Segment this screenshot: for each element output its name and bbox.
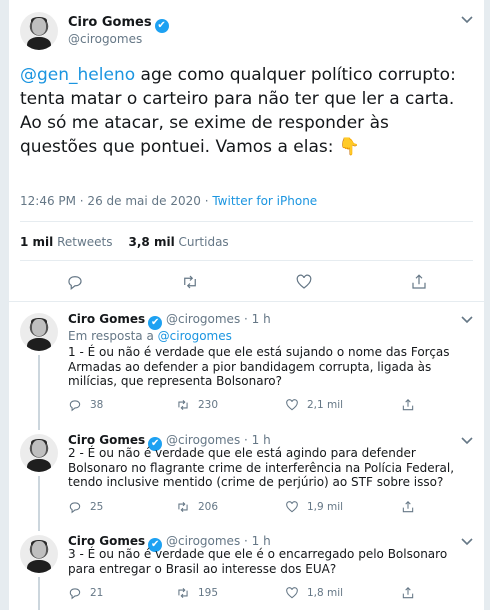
reply-actions: 25 206 1,9 mil xyxy=(68,500,428,516)
heart-icon xyxy=(286,587,298,599)
author-handle[interactable]: @cirogomes · 1 h xyxy=(166,433,271,447)
retweets-stat[interactable]: 1 mil Retweets xyxy=(20,235,113,249)
divider xyxy=(20,221,473,222)
reply-icon xyxy=(69,502,81,514)
tweet-text: @gen_heleno age como qualquer político c… xyxy=(20,65,456,157)
like-button[interactable]: 1,9 mil xyxy=(285,500,343,514)
verified-icon: ✔ xyxy=(148,316,163,330)
avatar[interactable] xyxy=(20,434,58,472)
retweet-button[interactable]: 195 xyxy=(176,586,218,600)
retweet-icon[interactable] xyxy=(181,273,199,291)
author-handle[interactable]: @cirogomes xyxy=(68,32,142,46)
retweet-icon xyxy=(178,501,188,513)
tweet-actions xyxy=(9,273,484,293)
source-link[interactable]: Twitter for iPhone xyxy=(212,194,317,208)
retweet-icon xyxy=(178,399,188,411)
reply-text: 2 - É ou não é verdade que ele está agin… xyxy=(68,446,455,489)
reply-icon[interactable] xyxy=(66,273,84,291)
main-tweet: Ciro Gomes ✔ @cirogomes @gen_heleno age c… xyxy=(9,0,484,302)
thread-line xyxy=(38,525,40,531)
reply-tweet[interactable]: Ciro Gomes ✔ @cirogomes · 1 h 2 - É ou nã… xyxy=(9,424,484,525)
reply-text: 3 - É ou não é verdade que ele é o encar… xyxy=(68,547,448,576)
retweet-button[interactable]: 206 xyxy=(176,500,218,514)
reply-button[interactable]: 21 xyxy=(68,586,103,600)
avatar[interactable] xyxy=(20,12,58,50)
mention-link[interactable]: @gen_heleno xyxy=(20,65,135,85)
reply-icon xyxy=(69,588,81,600)
heart-icon xyxy=(286,399,298,411)
heart-icon[interactable] xyxy=(295,273,313,291)
thread-line xyxy=(38,355,40,424)
thread-line xyxy=(38,424,40,430)
author-handle[interactable]: @cirogomes · 1 h xyxy=(166,534,271,548)
share-icon xyxy=(402,587,414,599)
reply-header: Ciro Gomes ✔ @cirogomes · 1 h xyxy=(68,312,271,330)
share-button[interactable] xyxy=(401,398,415,412)
avatar[interactable] xyxy=(20,313,58,351)
author-handle[interactable]: @cirogomes · 1 h xyxy=(166,312,271,326)
verified-icon: ✔ xyxy=(154,19,169,33)
thread-line xyxy=(38,476,40,525)
in-reply-to: Em resposta a @cirogomes xyxy=(68,329,232,343)
avatar[interactable] xyxy=(20,535,58,573)
share-icon xyxy=(402,399,414,411)
share-icon[interactable] xyxy=(410,273,428,291)
chevron-down-icon[interactable] xyxy=(461,14,473,27)
reply-actions: 38 230 2,1 mil xyxy=(68,398,428,414)
reply-icon xyxy=(69,400,81,412)
reply-button[interactable]: 38 xyxy=(68,398,103,412)
reply-text: 1 - É ou não é verdade que ele está suja… xyxy=(68,345,450,388)
author-name[interactable]: Ciro Gomes xyxy=(68,312,145,326)
likes-stat[interactable]: 3,8 mil Curtidas xyxy=(129,235,229,249)
chevron-down-icon[interactable] xyxy=(461,314,473,327)
retweet-button[interactable]: 230 xyxy=(176,398,218,412)
like-button[interactable]: 1,8 mil xyxy=(285,586,343,600)
share-button[interactable] xyxy=(401,586,415,600)
mention-link[interactable]: @cirogomes xyxy=(158,329,232,343)
reply-actions: 21 195 1,8 mil xyxy=(68,586,428,602)
reply-tweet[interactable]: Ciro Gomes ✔ @cirogomes · 1 h Em resposta… xyxy=(9,303,484,424)
tweet-stats: 1 mil Retweets 3,8 mil Curtidas xyxy=(20,235,229,249)
reply-button[interactable]: 25 xyxy=(68,500,103,514)
reply-tweet[interactable]: Ciro Gomes ✔ @cirogomes · 1 h 3 - É ou nã… xyxy=(9,525,484,610)
thread-line xyxy=(38,577,40,610)
heart-icon xyxy=(286,501,298,513)
author-name[interactable]: Ciro Gomes xyxy=(68,534,145,548)
divider xyxy=(20,260,473,261)
author-name[interactable]: Ciro Gomes ✔ xyxy=(68,15,169,33)
tweet-thread: Ciro Gomes ✔ @cirogomes @gen_heleno age c… xyxy=(8,0,485,610)
share-icon xyxy=(402,501,414,513)
author-name[interactable]: Ciro Gomes xyxy=(68,433,145,447)
share-button[interactable] xyxy=(401,500,415,514)
retweet-icon xyxy=(178,587,188,599)
tweet-meta: 12:46 PM · 26 de mai de 2020 · Twitter f… xyxy=(20,194,317,208)
timestamp[interactable]: 12:46 PM · 26 de mai de 2020 · xyxy=(20,194,212,208)
like-button[interactable]: 2,1 mil xyxy=(285,398,343,412)
